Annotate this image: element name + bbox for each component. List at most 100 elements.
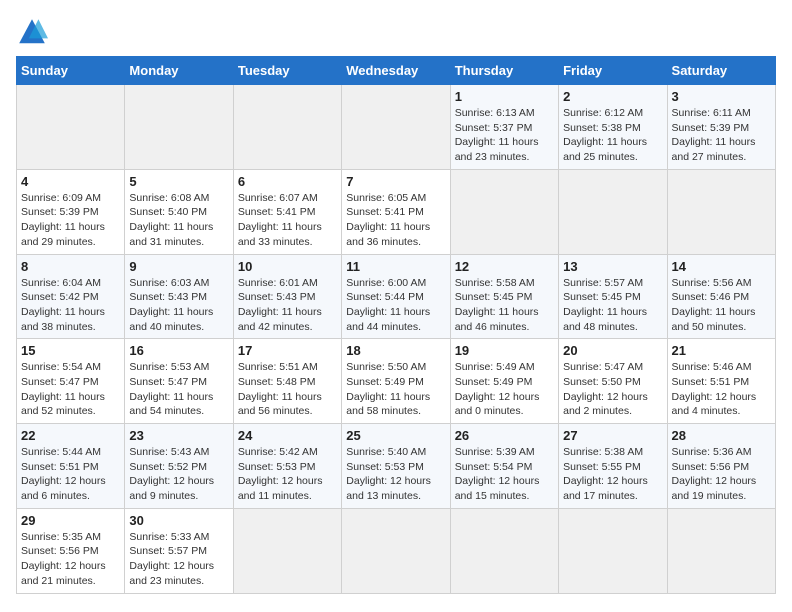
calendar-cell: 23 Sunrise: 5:43 AMSunset: 5:52 PMDayligh…: [125, 424, 233, 509]
calendar-cell: 19 Sunrise: 5:49 AMSunset: 5:49 PMDayligh…: [450, 339, 558, 424]
calendar-cell: [667, 169, 775, 254]
day-number: 30: [129, 513, 228, 528]
week-row-3: 8 Sunrise: 6:04 AMSunset: 5:42 PMDaylight…: [17, 254, 776, 339]
day-number: 2: [563, 89, 662, 104]
day-number: 1: [455, 89, 554, 104]
day-info: Sunrise: 6:11 AMSunset: 5:39 PMDaylight:…: [672, 106, 771, 165]
calendar-cell: 2 Sunrise: 6:12 AMSunset: 5:38 PMDaylight…: [559, 85, 667, 170]
day-info: Sunrise: 5:49 AMSunset: 5:49 PMDaylight:…: [455, 360, 554, 419]
day-info: Sunrise: 6:09 AMSunset: 5:39 PMDaylight:…: [21, 191, 120, 250]
day-header-tuesday: Tuesday: [233, 57, 341, 85]
day-number: 18: [346, 343, 445, 358]
day-info: Sunrise: 6:05 AMSunset: 5:41 PMDaylight:…: [346, 191, 445, 250]
calendar-cell: 25Sunrise: 5:40 AMSunset: 5:53 PMDayligh…: [342, 424, 450, 509]
day-info: Sunrise: 6:04 AMSunset: 5:42 PMDaylight:…: [21, 276, 120, 335]
calendar-cell: 4 Sunrise: 6:09 AMSunset: 5:39 PMDaylight…: [17, 169, 125, 254]
calendar-cell: 14 Sunrise: 5:56 AMSunset: 5:46 PMDayligh…: [667, 254, 775, 339]
day-number: 29: [21, 513, 120, 528]
calendar-cell: 29 Sunrise: 5:35 AMSunset: 5:56 PMDayligh…: [17, 508, 125, 593]
day-info: Sunrise: 6:13 AMSunset: 5:37 PMDaylight:…: [455, 106, 554, 165]
calendar-cell: 10Sunrise: 6:01 AMSunset: 5:43 PMDayligh…: [233, 254, 341, 339]
calendar-cell: 20 Sunrise: 5:47 AMSunset: 5:50 PMDayligh…: [559, 339, 667, 424]
day-number: 6: [238, 174, 337, 189]
day-number: 4: [21, 174, 120, 189]
calendar-cell: 8 Sunrise: 6:04 AMSunset: 5:42 PMDaylight…: [17, 254, 125, 339]
calendar-cell: 15 Sunrise: 5:54 AMSunset: 5:47 PMDayligh…: [17, 339, 125, 424]
calendar-cell: 28 Sunrise: 5:36 AMSunset: 5:56 PMDayligh…: [667, 424, 775, 509]
calendar-cell: 30 Sunrise: 5:33 AMSunset: 5:57 PMDayligh…: [125, 508, 233, 593]
day-number: 23: [129, 428, 228, 443]
calendar-cell: 5Sunrise: 6:08 AMSunset: 5:40 PMDaylight…: [125, 169, 233, 254]
week-row-5: 22 Sunrise: 5:44 AMSunset: 5:51 PMDayligh…: [17, 424, 776, 509]
day-info: Sunrise: 5:43 AMSunset: 5:52 PMDaylight:…: [129, 445, 228, 504]
day-info: Sunrise: 5:39 AMSunset: 5:54 PMDaylight:…: [455, 445, 554, 504]
day-info: Sunrise: 5:42 AMSunset: 5:53 PMDaylight:…: [238, 445, 337, 504]
day-number: 28: [672, 428, 771, 443]
calendar-cell: [233, 85, 341, 170]
day-header-sunday: Sunday: [17, 57, 125, 85]
day-info: Sunrise: 5:33 AMSunset: 5:57 PMDaylight:…: [129, 530, 228, 589]
day-info: Sunrise: 5:40 AMSunset: 5:53 PMDaylight:…: [346, 445, 445, 504]
day-number: 8: [21, 259, 120, 274]
calendar-cell: 26 Sunrise: 5:39 AMSunset: 5:54 PMDayligh…: [450, 424, 558, 509]
calendar-cell: 18 Sunrise: 5:50 AMSunset: 5:49 PMDayligh…: [342, 339, 450, 424]
calendar-cell: 21Sunrise: 5:46 AMSunset: 5:51 PMDayligh…: [667, 339, 775, 424]
day-header-wednesday: Wednesday: [342, 57, 450, 85]
calendar-cell: [450, 508, 558, 593]
week-row-2: 4 Sunrise: 6:09 AMSunset: 5:39 PMDaylight…: [17, 169, 776, 254]
day-info: Sunrise: 5:35 AMSunset: 5:56 PMDaylight:…: [21, 530, 120, 589]
day-number: 7: [346, 174, 445, 189]
calendar-cell: 9Sunrise: 6:03 AMSunset: 5:43 PMDaylight…: [125, 254, 233, 339]
logo-icon: [16, 16, 48, 48]
day-number: 14: [672, 259, 771, 274]
day-number: 9: [129, 259, 228, 274]
day-number: 13: [563, 259, 662, 274]
calendar-cell: 6 Sunrise: 6:07 AMSunset: 5:41 PMDaylight…: [233, 169, 341, 254]
week-row-4: 15 Sunrise: 5:54 AMSunset: 5:47 PMDayligh…: [17, 339, 776, 424]
day-header-saturday: Saturday: [667, 57, 775, 85]
calendar-cell: 7 Sunrise: 6:05 AMSunset: 5:41 PMDaylight…: [342, 169, 450, 254]
day-info: Sunrise: 5:46 AMSunset: 5:51 PMDaylight:…: [672, 360, 771, 419]
day-number: 22: [21, 428, 120, 443]
day-info: Sunrise: 5:54 AMSunset: 5:47 PMDaylight:…: [21, 360, 120, 419]
calendar-cell: [125, 85, 233, 170]
day-info: Sunrise: 6:00 AMSunset: 5:44 PMDaylight:…: [346, 276, 445, 335]
calendar-cell: 17 Sunrise: 5:51 AMSunset: 5:48 PMDayligh…: [233, 339, 341, 424]
calendar-cell: [450, 169, 558, 254]
day-info: Sunrise: 5:44 AMSunset: 5:51 PMDaylight:…: [21, 445, 120, 504]
logo: [16, 16, 52, 48]
day-number: 12: [455, 259, 554, 274]
day-number: 5: [129, 174, 228, 189]
calendar-cell: 27Sunrise: 5:38 AMSunset: 5:55 PMDayligh…: [559, 424, 667, 509]
calendar-cell: 1 Sunrise: 6:13 AMSunset: 5:37 PMDaylight…: [450, 85, 558, 170]
day-number: 3: [672, 89, 771, 104]
day-info: Sunrise: 6:12 AMSunset: 5:38 PMDaylight:…: [563, 106, 662, 165]
day-info: Sunrise: 5:56 AMSunset: 5:46 PMDaylight:…: [672, 276, 771, 335]
calendar-cell: [17, 85, 125, 170]
day-number: 20: [563, 343, 662, 358]
calendar-table: SundayMondayTuesdayWednesdayThursdayFrid…: [16, 56, 776, 594]
day-number: 15: [21, 343, 120, 358]
day-number: 10: [238, 259, 337, 274]
header-row: SundayMondayTuesdayWednesdayThursdayFrid…: [17, 57, 776, 85]
page-header: [16, 16, 776, 48]
day-number: 19: [455, 343, 554, 358]
day-info: Sunrise: 5:51 AMSunset: 5:48 PMDaylight:…: [238, 360, 337, 419]
day-number: 17: [238, 343, 337, 358]
day-number: 16: [129, 343, 228, 358]
week-row-6: 29 Sunrise: 5:35 AMSunset: 5:56 PMDayligh…: [17, 508, 776, 593]
calendar-cell: 13Sunrise: 5:57 AMSunset: 5:45 PMDayligh…: [559, 254, 667, 339]
day-header-thursday: Thursday: [450, 57, 558, 85]
day-info: Sunrise: 5:50 AMSunset: 5:49 PMDaylight:…: [346, 360, 445, 419]
calendar-cell: [559, 169, 667, 254]
calendar-cell: [342, 85, 450, 170]
day-info: Sunrise: 5:47 AMSunset: 5:50 PMDaylight:…: [563, 360, 662, 419]
calendar-cell: [667, 508, 775, 593]
calendar-cell: 11Sunrise: 6:00 AMSunset: 5:44 PMDayligh…: [342, 254, 450, 339]
day-info: Sunrise: 5:38 AMSunset: 5:55 PMDaylight:…: [563, 445, 662, 504]
day-number: 26: [455, 428, 554, 443]
calendar-cell: 24 Sunrise: 5:42 AMSunset: 5:53 PMDayligh…: [233, 424, 341, 509]
day-info: Sunrise: 6:07 AMSunset: 5:41 PMDaylight:…: [238, 191, 337, 250]
day-number: 24: [238, 428, 337, 443]
day-info: Sunrise: 5:36 AMSunset: 5:56 PMDaylight:…: [672, 445, 771, 504]
